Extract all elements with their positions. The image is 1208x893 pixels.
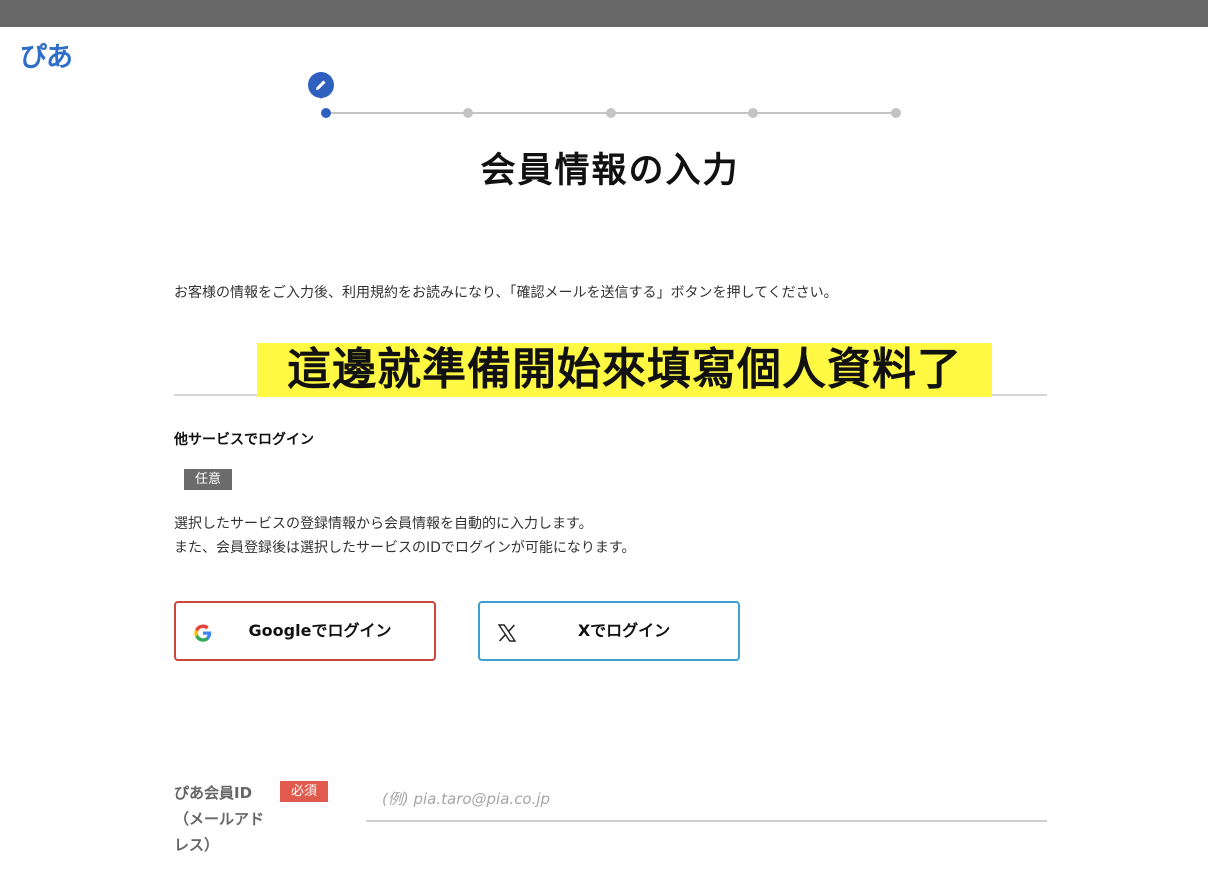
- step-indicator: [308, 72, 901, 118]
- google-login-button[interactable]: Googleでログイン: [174, 601, 436, 661]
- social-login-heading: 他サービスでログイン: [174, 432, 314, 448]
- instruction-text: お客様の情報をご入力後、利用規約をお読みになり、「確認メールを送信する」ボタンを…: [174, 285, 838, 301]
- step-dot-4: [748, 108, 758, 118]
- google-login-label: Googleでログイン: [248, 621, 392, 640]
- step-dot-5: [891, 108, 901, 118]
- step-dot-1: [308, 72, 334, 118]
- google-icon: [194, 624, 212, 642]
- social-login-description: 選択したサービスの登録情報から会員情報を自動的に入力します。 また、会員登録後は…: [174, 512, 636, 560]
- required-badge: 必須: [280, 781, 328, 802]
- pia-logo[interactable]: ぴあ: [20, 44, 73, 71]
- pencil-icon: [308, 72, 334, 99]
- x-logo-icon: [497, 624, 517, 642]
- overlay-caption: 這邊就準備開始來填寫個人資料了: [257, 343, 992, 397]
- step-dot-2: [463, 108, 473, 118]
- pia-id-label: ぴあ会員ID（メールアドレス）: [174, 784, 265, 854]
- pia-id-input[interactable]: [366, 778, 1047, 822]
- x-login-label: Xでログイン: [577, 621, 671, 640]
- step-dot-3: [606, 108, 616, 118]
- description-line-1: 選択したサービスの登録情報から会員情報を自動的に入力します。: [174, 516, 593, 532]
- x-login-button[interactable]: Xでログイン: [478, 601, 740, 661]
- page-title: 会員情報の入力: [480, 151, 740, 191]
- top-bar: [0, 0, 1208, 27]
- registration-page: ぴあ 会員情報の入力 お客様の情報をご入力後、利用規約をお読みになり、「確認メー…: [0, 0, 1208, 893]
- optional-badge: 任意: [184, 469, 232, 490]
- description-line-2: また、会員登録後は選択したサービスのIDでログインが可能になります。: [174, 540, 636, 556]
